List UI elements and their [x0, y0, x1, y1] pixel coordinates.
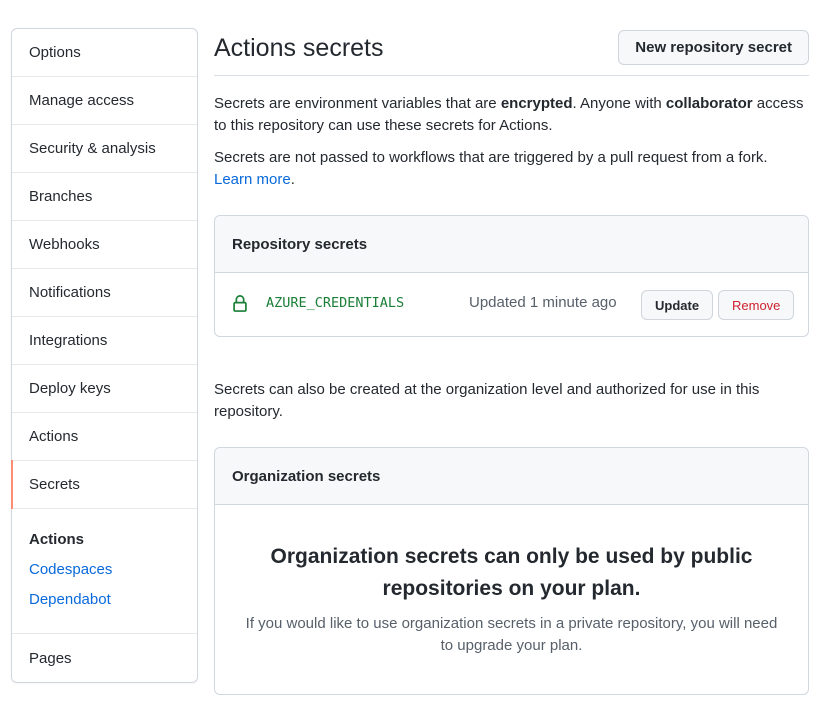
repository-secrets-box: Repository secrets AZURE_CREDENTIALS Upd…: [214, 215, 809, 337]
organization-secrets-box: Organization secrets Organization secret…: [214, 447, 809, 695]
sidebar-item-security-analysis[interactable]: Security & analysis: [12, 125, 197, 173]
org-secrets-blankslate: Organization secrets can only be used by…: [215, 505, 808, 657]
sidebar-item-secrets[interactable]: Secrets: [11, 460, 197, 509]
sidebar-item-deploy-keys[interactable]: Deploy keys: [12, 365, 197, 413]
sidebar-item-options[interactable]: Options: [12, 29, 197, 77]
page-header: Actions secrets New repository secret: [214, 28, 809, 76]
sidebar-item-pages[interactable]: Pages: [12, 634, 197, 682]
lock-icon: [231, 295, 249, 313]
subnav-link-dependabot[interactable]: Dependabot: [29, 585, 180, 615]
secret-name: AZURE_CREDENTIALS: [266, 295, 405, 311]
new-repository-secret-button[interactable]: New repository secret: [618, 30, 809, 65]
sidebar-item-webhooks[interactable]: Webhooks: [12, 221, 197, 269]
sidebar-item-label: Deploy keys: [29, 380, 111, 397]
sidebar-item-branches[interactable]: Branches: [12, 173, 197, 221]
sidebar-item-label: Security & analysis: [29, 140, 156, 157]
blankslate-title: Organization secrets can only be used by…: [270, 545, 753, 600]
intro-emphasis-encrypted: encrypted: [500, 95, 573, 112]
sidebar-item-label: Secrets: [29, 476, 80, 493]
sidebar-item-label: Actions: [29, 428, 79, 445]
sidebar-item-label: Branches: [29, 188, 93, 205]
update-secret-button[interactable]: Update: [641, 290, 714, 320]
subnav-item-actions[interactable]: Actions: [29, 525, 180, 555]
learn-more-link[interactable]: Learn more: [214, 171, 291, 188]
blankslate-description: If you would like to use organization se…: [245, 615, 778, 654]
sidebar-item-notifications[interactable]: Notifications: [12, 269, 197, 317]
sidebar-item-label: Pages: [29, 649, 72, 667]
sidebar-item-integrations[interactable]: Integrations: [12, 317, 197, 365]
remove-secret-button[interactable]: Remove: [718, 290, 795, 320]
sidebar-item-label: Webhooks: [29, 236, 100, 253]
sidebar-item-label: Options: [29, 44, 81, 61]
secret-updated-time: Updated 1 minute ago: [469, 294, 617, 311]
secrets-subnav: Actions Codespaces Dependabot: [12, 509, 197, 634]
fork-note-text: Secrets are not passed to workflows that…: [214, 149, 768, 166]
fork-note: Secrets are not passed to workflows that…: [214, 147, 809, 191]
page-title: Actions secrets: [214, 34, 384, 62]
repository-secrets-heading: Repository secrets: [215, 216, 808, 273]
intro-text: . Anyone with: [572, 95, 666, 112]
sidebar-item-manage-access[interactable]: Manage access: [12, 77, 197, 125]
main-content: Actions secrets New repository secret Se…: [214, 28, 809, 695]
sidebar-item-actions[interactable]: Actions: [12, 413, 197, 461]
sidebar-item-label: Manage access: [29, 92, 135, 109]
secret-row: AZURE_CREDENTIALS Updated 1 minute ago U…: [215, 273, 808, 336]
intro-paragraph: Secrets are environment variables that a…: [214, 93, 809, 137]
sidebar-item-label: Notifications: [29, 284, 111, 301]
fork-note-end: .: [290, 171, 295, 188]
intro-text: Secrets are environment variables that a…: [214, 95, 501, 112]
intro-emphasis-collaborator: collaborator: [665, 95, 753, 112]
subnav-link-codespaces[interactable]: Codespaces: [29, 555, 180, 585]
settings-sidebar: Options Manage access Security & analysi…: [11, 28, 198, 683]
org-level-note: Secrets can also be created at the organ…: [214, 381, 760, 420]
sidebar-item-label: Integrations: [29, 332, 108, 349]
organization-secrets-heading: Organization secrets: [215, 448, 808, 505]
